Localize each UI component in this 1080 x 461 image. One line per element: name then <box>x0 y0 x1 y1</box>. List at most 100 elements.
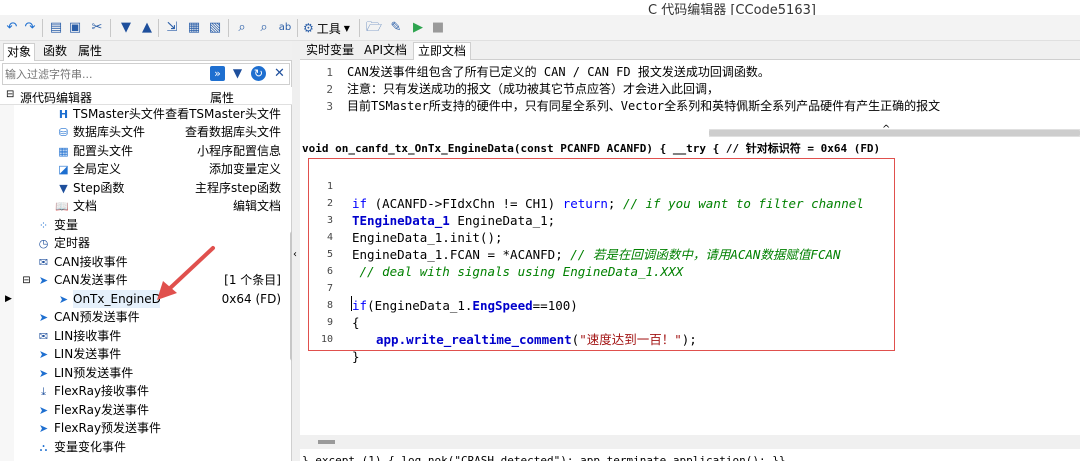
doc-line-text: 注意：只有发送成功的报文（成功被其它节点应答）才会进入此回调， <box>347 82 720 96</box>
network-icon: ⛬ <box>39 441 48 454</box>
open-icon[interactable]: 🗁 <box>366 20 382 36</box>
clear-filter-icon[interactable]: ✕ <box>272 66 287 81</box>
tree-item-document[interactable]: 📖 文档 编辑文档 <box>0 197 288 215</box>
move-down-icon[interactable]: ▼ <box>118 20 134 36</box>
toolbar-separator <box>110 19 111 37</box>
code-editor[interactable]: 1 if (ACANFD->FIdxChn != CH1) return; //… <box>308 158 895 364</box>
tree-item-value: 0x64 (FD) <box>221 292 281 306</box>
tree-item-flexray-rx-events[interactable]: ⤓ FlexRay接收事件 <box>0 382 288 400</box>
tree-item-tsmaster-header[interactable]: H TSMaster头文件 查看TSMaster头文件 <box>0 105 288 123</box>
header-file-icon: H <box>58 108 69 121</box>
code-horizontal-scrollbar[interactable] <box>300 435 1080 449</box>
tree-item-step-function[interactable]: ▼ Step函数 主程序step函数 <box>0 179 288 197</box>
tree-item-database-header[interactable]: ⛁ 数据库头文件 查看数据库头文件 <box>0 123 288 141</box>
redo-icon[interactable]: ↷ <box>22 20 38 36</box>
tree-item-value: 编辑文档 <box>232 199 281 213</box>
run-icon[interactable]: ▶ <box>410 20 426 36</box>
import-icon[interactable]: ⇲ <box>164 20 180 36</box>
tab-properties[interactable]: 属性 <box>75 43 105 61</box>
save-as-icon[interactable]: ▧ <box>207 20 223 36</box>
save-icon[interactable]: ▦ <box>186 20 202 36</box>
code-token: ); <box>681 332 697 347</box>
filter-input[interactable] <box>5 65 200 83</box>
tree-item-variable-change-events[interactable]: ⛬ 变量变化事件 <box>0 438 288 456</box>
tree-item-value: 查看TSMaster头文件 <box>165 107 281 121</box>
tree-item-can-tx-events[interactable]: ⊟ ➤ CAN发送事件 [1 个条目] <box>0 271 288 289</box>
tree-item-lin-rx-events[interactable]: ✉ LIN接收事件 <box>0 327 288 345</box>
collapse-icon[interactable]: ⊟ <box>6 89 14 100</box>
current-row-icon: ▶ <box>5 294 12 304</box>
code-line: 8 { <box>309 280 894 330</box>
send-icon: ➤ <box>38 348 49 361</box>
send-icon: ➤ <box>58 293 69 306</box>
code-line: 1 if (ACANFD->FIdxChn != CH1) return; //… <box>309 161 894 211</box>
line-number: 2 <box>326 83 333 96</box>
code-token: } <box>352 349 360 364</box>
text-cursor <box>351 296 352 311</box>
doc-line: 1 CAN发送事件组包含了所有已定义的 CAN / CAN FD 报文发送成功回… <box>300 64 1080 81</box>
collapse-icon[interactable]: ⊟ <box>20 274 33 287</box>
chevron-left-icon[interactable]: ‹ <box>293 249 297 260</box>
tree-item-can-pretx-events[interactable]: ➤ CAN预发送事件 <box>0 308 288 326</box>
tab-objects[interactable]: 对象 <box>3 43 36 61</box>
tree-item-flexray-pretx-events[interactable]: ➤ FlexRay预发送事件 <box>0 419 288 437</box>
doc-line: 3 目前TSMaster所支持的硬件中，只有同星全系列、Vector全系列和英特… <box>300 98 1080 113</box>
move-up-icon[interactable]: ▲ <box>139 20 155 36</box>
code-line: 5 // deal with signals using EngineData_… <box>309 229 894 279</box>
replace-icon[interactable]: ab <box>277 20 293 36</box>
doc-line-text: CAN发送事件组包含了所有已定义的 CAN / CAN FD 报文发送成功回调函… <box>347 65 770 79</box>
toolbar: ↶ ↷ ▤ ▣ ✂ ▼ ▲ ⇲ ▦ ▧ ⌕ ⌕ ab ⚙ 工具 ▼ 🗁 ✎ ▶ … <box>0 15 1080 41</box>
mail-icon: ✉ <box>38 256 49 269</box>
doc-viewer: 1 CAN发送事件组包含了所有已定义的 CAN / CAN FD 报文发送成功回… <box>300 61 1080 113</box>
book-icon: 📖 <box>55 200 69 213</box>
toolbar-separator <box>297 19 298 37</box>
toolbar-separator <box>228 19 229 37</box>
tree-item-lin-pretx-events[interactable]: ➤ LIN预发送事件 <box>0 364 288 382</box>
tab-api-docs[interactable]: API文档 <box>360 42 411 60</box>
function-footer: } except (1) { log_nok("CRASH detected")… <box>302 454 786 461</box>
object-panel: 对象 函数 属性 » ▼ ↻ ✕ ⊟ 源代码编辑器 属性 H TSMaster头… <box>0 41 297 461</box>
tab-functions[interactable]: 函数 <box>40 43 70 61</box>
doc-scrollbar[interactable] <box>709 129 1080 137</box>
paste-icon[interactable]: ▣ <box>67 20 83 36</box>
tree-item-label: FlexRay接收事件 <box>54 384 150 398</box>
toolbar-separator <box>158 19 159 37</box>
undo-icon[interactable]: ↶ <box>4 20 20 36</box>
refresh-icon[interactable]: ↻ <box>251 66 266 81</box>
tree-item-label: 配置头文件 <box>73 144 134 158</box>
send-icon: ➤ <box>38 367 49 380</box>
tree-item-flexray-tx-events[interactable]: ➤ FlexRay发送事件 <box>0 401 288 419</box>
editor-panel: 实时变量 API文档 立即文档 1 CAN发送事件组包含了所有已定义的 CAN … <box>300 41 1080 461</box>
tree-item-global-definitions[interactable]: ◪ 全局定义 添加变量定义 <box>0 160 288 178</box>
panel-splitter[interactable]: ‹ <box>292 41 300 461</box>
tree-header-source: 源代码编辑器 <box>20 91 93 105</box>
code-line: 6 <box>309 246 894 277</box>
edit-icon[interactable]: ✎ <box>388 20 404 36</box>
tree-item-timers[interactable]: ◷ 定时器 <box>0 234 288 252</box>
global-icon: ◪ <box>58 163 69 176</box>
tree-item-value: 小程序配置信息 <box>196 144 281 158</box>
stop-icon[interactable]: ■ <box>430 20 446 36</box>
code-line: 9 app.write_realtime_comment("速度达到一百！"); <box>309 297 894 347</box>
filter-down-icon[interactable]: ▼ <box>230 66 245 81</box>
tree-item-label: 变量变化事件 <box>54 440 127 454</box>
find-replace-icon[interactable]: ⌕ <box>256 20 272 36</box>
tree-item-variables[interactable]: ⁘ 变量 <box>0 216 288 234</box>
tab-immediate-docs[interactable]: 立即文档 <box>413 42 472 60</box>
find-icon[interactable]: ⌕ <box>234 20 250 36</box>
tools-menu[interactable]: ⚙ 工具 ▼ <box>303 19 350 37</box>
toolbar-separator <box>359 19 360 37</box>
tree-item-lin-tx-events[interactable]: ➤ LIN发送事件 <box>0 345 288 363</box>
chevron-up-icon[interactable]: ^ <box>882 124 890 135</box>
cut-icon[interactable]: ✂ <box>89 20 105 36</box>
tree-item-value: [1 个条目] <box>224 273 281 287</box>
expand-all-icon[interactable]: » <box>210 66 225 81</box>
tree-item-value: 查看数据库头文件 <box>184 125 281 139</box>
tree-item-label: CAN发送事件 <box>54 273 128 287</box>
tree-item-can-rx-events[interactable]: ✉ CAN接收事件 <box>0 253 288 271</box>
tree-item-config-header[interactable]: ▦ 配置头文件 小程序配置信息 <box>0 142 288 160</box>
copy-icon[interactable]: ▤ <box>48 20 64 36</box>
tab-realtime-variables[interactable]: 实时变量 <box>302 42 358 60</box>
code-string: "速度达到一百！" <box>579 332 682 347</box>
tree-item-ontx-enginedata[interactable]: ▶ ➤ OnTx_EngineData 0x64 (FD) <box>0 290 288 308</box>
